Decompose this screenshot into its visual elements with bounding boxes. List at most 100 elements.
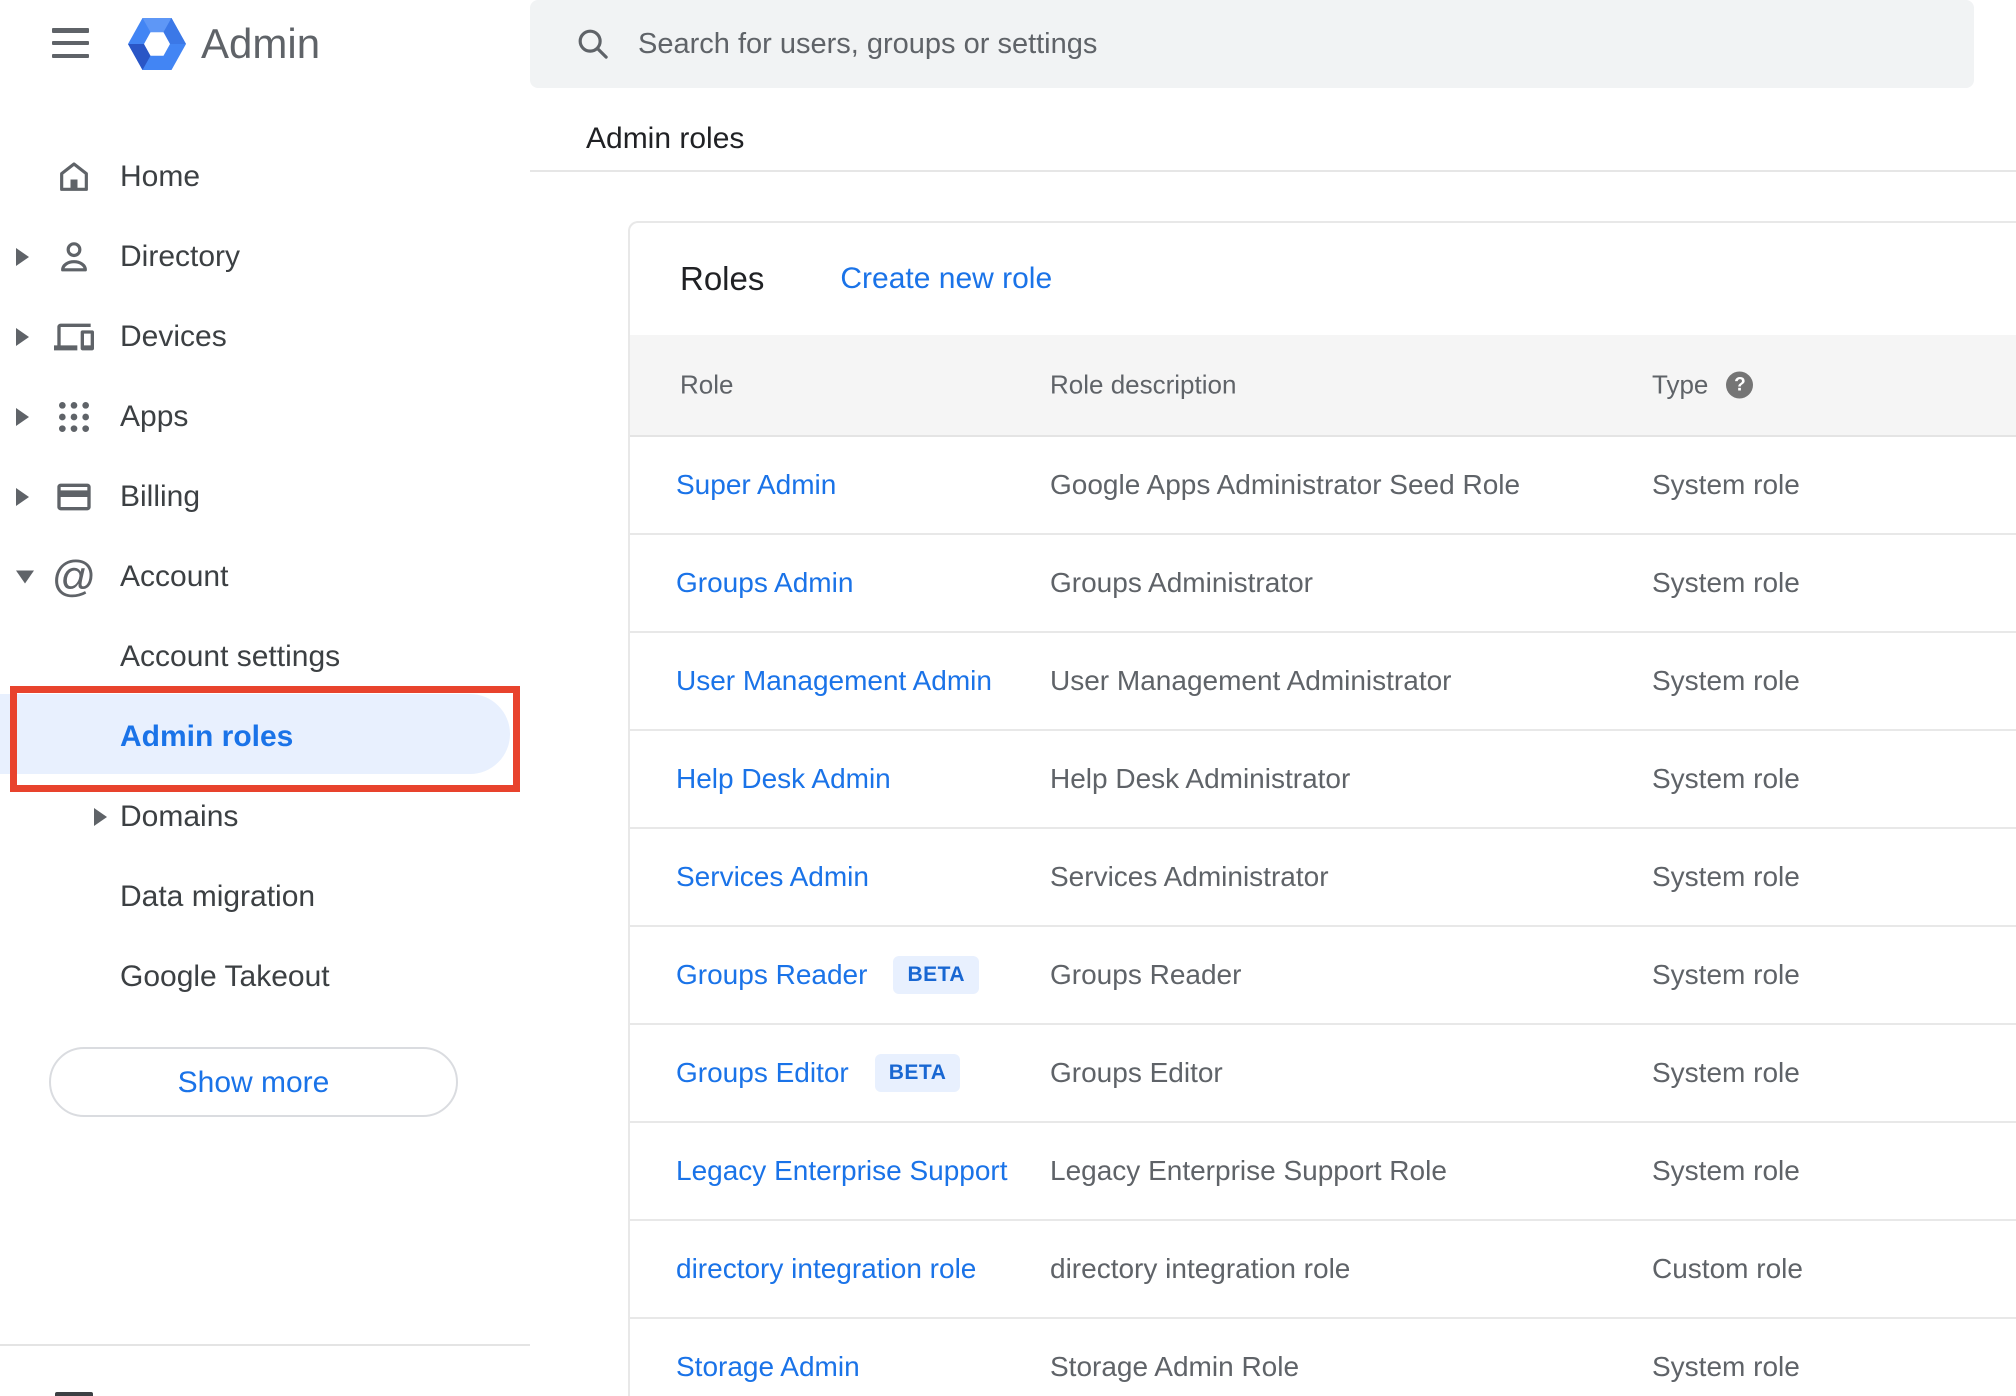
help-icon[interactable]: ?	[1726, 371, 1754, 399]
sidebar-item-label: Directory	[120, 240, 241, 273]
role-cell: directory integration role	[676, 1253, 976, 1285]
role-type: System role	[1652, 665, 1800, 696]
sidebar-item-account[interactable]: @ Account	[0, 537, 530, 617]
table-row: Super Admin Google Apps Administrator Se…	[630, 437, 2016, 535]
role-description: directory integration role	[1050, 1253, 1351, 1284]
devices-icon	[52, 314, 96, 360]
home-icon	[52, 154, 96, 200]
role-cell: Legacy Enterprise Support	[676, 1155, 1008, 1187]
sidebar-item-directory[interactable]: Directory	[0, 217, 530, 297]
search-input[interactable]	[636, 26, 1974, 62]
sidebar-item-label: Apps	[120, 400, 189, 433]
sidebar-item-data-migration[interactable]: Data migration	[0, 857, 530, 937]
table-header-row: Role Role description Type ?	[630, 335, 2016, 437]
sidebar-item-apps[interactable]: Apps	[0, 377, 530, 457]
hamburger-menu-icon[interactable]	[52, 28, 89, 58]
sidebar-item-admin-roles[interactable]: Admin roles	[0, 697, 530, 777]
role-link[interactable]: Groups Reader	[676, 959, 867, 991]
role-type: System role	[1652, 1351, 1800, 1382]
show-more-button[interactable]: Show more	[49, 1047, 458, 1117]
role-cell: Groups Editor BETA	[676, 1054, 961, 1092]
role-type: System role	[1652, 959, 1800, 990]
admin-logo-icon	[128, 18, 186, 70]
create-new-role-link[interactable]: Create new role	[840, 262, 1052, 296]
role-link[interactable]: Services Admin	[676, 861, 869, 893]
clipped-bottom-icon	[55, 1392, 93, 1396]
search-bar[interactable]	[530, 0, 1974, 88]
role-link[interactable]: Storage Admin	[676, 1351, 860, 1383]
role-link[interactable]: Groups Admin	[676, 567, 853, 599]
role-link[interactable]: Legacy Enterprise Support	[676, 1155, 1008, 1187]
table-row: Groups Reader BETA Groups Reader System …	[630, 927, 2016, 1025]
search-icon	[574, 25, 612, 63]
role-link[interactable]: User Management Admin	[676, 665, 992, 697]
role-type: System role	[1652, 763, 1800, 794]
column-header-role: Role	[680, 369, 734, 400]
role-cell: Groups Admin	[676, 567, 853, 599]
role-type: System role	[1652, 1057, 1800, 1088]
expand-right-icon[interactable]	[16, 408, 29, 426]
role-cell: Storage Admin	[676, 1351, 860, 1383]
table-row: Groups Admin Groups Administrator System…	[630, 535, 2016, 633]
role-link[interactable]: directory integration role	[676, 1253, 976, 1285]
page-title: Roles	[680, 260, 765, 297]
sidebar-item-label: Account settings	[120, 640, 341, 673]
role-description: Google Apps Administrator Seed Role	[1050, 469, 1521, 500]
roles-card: Roles Create new role Role Role descript…	[628, 221, 2016, 1396]
sidebar-item-google-takeout[interactable]: Google Takeout	[0, 937, 530, 1017]
sidebar-item-devices[interactable]: Devices	[0, 297, 530, 377]
role-type: Custom role	[1652, 1253, 1803, 1284]
table-row: Help Desk Admin Help Desk Administrator …	[630, 731, 2016, 829]
roles-card-header: Roles Create new role	[630, 223, 2016, 335]
sidebar-item-account-settings[interactable]: Account settings	[0, 617, 530, 697]
sidebar-item-label: Account	[120, 560, 229, 593]
google-admin-console: Admin Home Directory Devices Apps Billin…	[0, 0, 2016, 1396]
role-description: Help Desk Administrator	[1050, 763, 1351, 794]
role-link[interactable]: Groups Editor	[676, 1057, 849, 1089]
role-type: System role	[1652, 567, 1800, 598]
role-link[interactable]: Super Admin	[676, 469, 836, 501]
expand-right-icon[interactable]	[16, 248, 29, 266]
app-title: Admin	[201, 20, 321, 67]
table-row: User Management Admin User Management Ad…	[630, 633, 2016, 731]
at-sign-icon: @	[51, 552, 97, 601]
sidebar-item-home[interactable]: Home	[0, 137, 530, 217]
beta-badge: BETA	[893, 956, 980, 994]
sidebar: Admin Home Directory Devices Apps Billin…	[0, 0, 530, 1396]
role-cell: Super Admin	[676, 469, 836, 501]
role-link[interactable]: Help Desk Admin	[676, 763, 891, 795]
credit-card-icon	[52, 474, 96, 520]
role-type: System role	[1652, 469, 1800, 500]
collapse-down-icon[interactable]	[16, 570, 34, 584]
sidebar-item-label: Billing	[120, 480, 201, 513]
sidebar-item-label: Google Takeout	[120, 960, 330, 993]
column-header-description: Role description	[1050, 369, 1237, 400]
sidebar-bottom-divider	[0, 1344, 530, 1346]
role-description: Legacy Enterprise Support Role	[1050, 1155, 1447, 1186]
expand-right-icon[interactable]	[16, 488, 29, 506]
table-row: directory integration role directory int…	[630, 1221, 2016, 1319]
sidebar-item-label: Admin roles	[120, 720, 294, 753]
table-row: Legacy Enterprise Support Legacy Enterpr…	[630, 1123, 2016, 1221]
role-description: Groups Administrator	[1050, 567, 1313, 598]
sidebar-item-billing[interactable]: Billing	[0, 457, 530, 537]
role-cell: Groups Reader BETA	[676, 956, 980, 994]
table-row: Storage Admin Storage Admin Role System …	[630, 1319, 2016, 1396]
sidebar-item-label: Data migration	[120, 880, 316, 913]
role-cell: User Management Admin	[676, 665, 992, 697]
column-header-type: Type ?	[1652, 370, 1754, 401]
table-row: Groups Editor BETA Groups Editor System …	[630, 1025, 2016, 1123]
role-description: Storage Admin Role	[1050, 1351, 1300, 1382]
role-description: User Management Administrator	[1050, 665, 1452, 696]
expand-right-icon[interactable]	[94, 808, 107, 826]
role-description: Services Administrator	[1050, 861, 1329, 892]
table-row: Services Admin Services Administrator Sy…	[630, 829, 2016, 927]
role-cell: Services Admin	[676, 861, 869, 893]
sidebar-item-domains[interactable]: Domains	[0, 777, 530, 857]
role-description: Groups Editor	[1050, 1057, 1223, 1088]
beta-badge: BETA	[874, 1054, 961, 1092]
expand-right-icon[interactable]	[16, 328, 29, 346]
header-divider	[530, 170, 2016, 172]
sidebar-item-label: Domains	[120, 800, 239, 833]
person-icon	[52, 234, 96, 280]
